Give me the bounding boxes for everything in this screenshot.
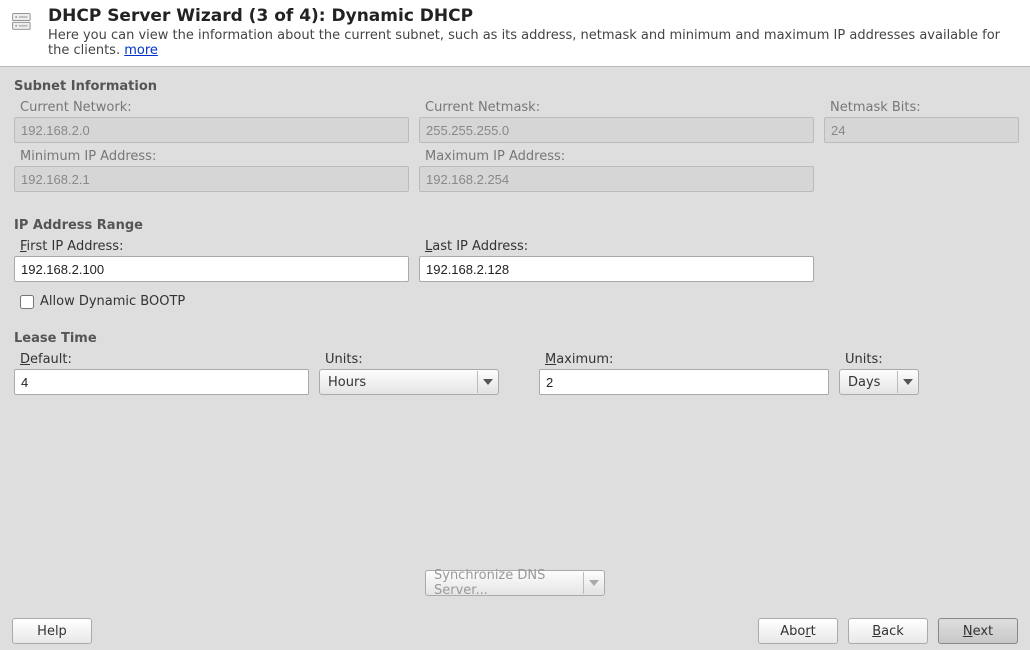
page-subtitle: Here you can view the information about …	[48, 28, 1020, 58]
min-ip-field	[14, 166, 409, 192]
next-button[interactable]: Next	[938, 618, 1018, 644]
page-title: DHCP Server Wizard (3 of 4): Dynamic DHC…	[48, 6, 1020, 26]
last-ip-field[interactable]	[419, 256, 814, 282]
footer: Help Abort Back Next	[0, 618, 1030, 644]
allow-bootp-label: Allow Dynamic BOOTP	[40, 294, 185, 309]
min-ip-label: Minimum IP Address:	[20, 149, 409, 164]
server-icon	[10, 10, 38, 38]
lease-max-units-label: Units:	[845, 352, 919, 367]
chevron-down-icon	[897, 371, 917, 393]
lease-default-field[interactable]	[14, 369, 309, 395]
help-button[interactable]: Help	[12, 618, 92, 644]
current-netmask-field	[419, 117, 814, 143]
lease-max-field[interactable]	[539, 369, 829, 395]
current-netmask-label: Current Netmask:	[425, 100, 814, 115]
chevron-down-icon	[477, 371, 497, 393]
header: DHCP Server Wizard (3 of 4): Dynamic DHC…	[0, 0, 1030, 67]
netmask-bits-field	[824, 117, 1019, 143]
lease-time-title: Lease Time	[14, 331, 1016, 346]
max-ip-field	[419, 166, 814, 192]
last-ip-label: Last IP Address:	[425, 239, 814, 254]
back-button[interactable]: Back	[848, 618, 928, 644]
max-ip-label: Maximum IP Address:	[425, 149, 814, 164]
first-ip-field[interactable]	[14, 256, 409, 282]
ip-range-title: IP Address Range	[14, 218, 1016, 233]
sync-dns-row: Synchronize DNS Server...	[0, 570, 1030, 596]
lease-default-units-label: Units:	[325, 352, 499, 367]
content: Subnet Information Current Network: Curr…	[0, 67, 1030, 650]
lease-max-label: Maximum:	[545, 352, 829, 367]
first-ip-label: First IP Address:	[20, 239, 409, 254]
netmask-bits-label: Netmask Bits:	[830, 100, 1019, 115]
more-link[interactable]: more	[124, 43, 158, 58]
allow-bootp-checkbox[interactable]	[20, 295, 34, 309]
chevron-down-icon	[583, 572, 603, 594]
subnet-info-title: Subnet Information	[14, 79, 1016, 94]
abort-button[interactable]: Abort	[758, 618, 838, 644]
lease-default-label: Default:	[20, 352, 309, 367]
sync-dns-select: Synchronize DNS Server...	[425, 570, 605, 596]
current-network-field	[14, 117, 409, 143]
lease-default-units-select[interactable]: Hours	[319, 369, 499, 395]
current-network-label: Current Network:	[20, 100, 409, 115]
